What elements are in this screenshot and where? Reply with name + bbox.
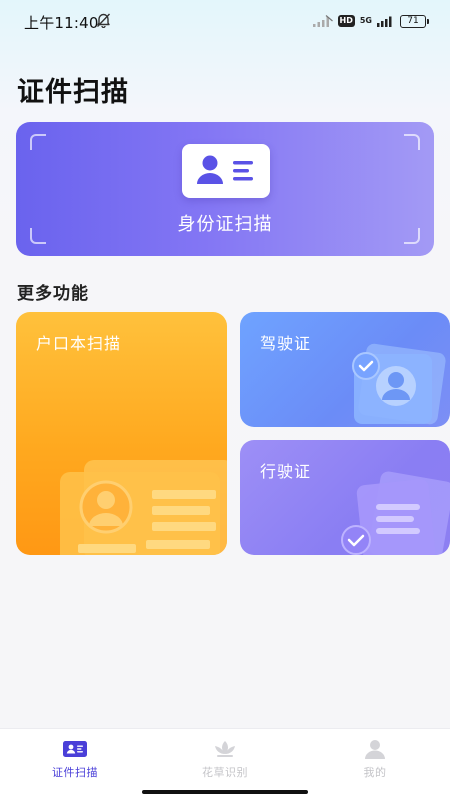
tab-document-scan[interactable]: 证件扫描 <box>20 739 130 780</box>
driver-license-illustration <box>352 343 446 425</box>
signal-weak-icon <box>312 15 333 27</box>
driver-license-card[interactable]: 驾驶证 <box>240 312 450 427</box>
vehicle-license-card[interactable]: 行驶证 <box>240 440 450 555</box>
more-features-title: 更多功能 <box>17 284 89 304</box>
status-time: 上午11:40 <box>24 14 99 32</box>
tab-document-scan-label: 证件扫描 <box>52 766 98 779</box>
household-register-illustration <box>60 460 227 555</box>
tab-plant-identify-label: 花草识别 <box>202 766 248 779</box>
id-card-scan-label: 身份证扫描 <box>177 214 273 235</box>
user-icon <box>365 740 385 759</box>
household-register-label: 户口本扫描 <box>36 334 122 353</box>
status-indicators: HD 5G 71 <box>312 13 429 29</box>
scan-frame-corner <box>30 134 46 150</box>
household-register-scan-card[interactable]: 户口本扫描 <box>16 312 227 555</box>
signal-strong-icon <box>377 16 392 27</box>
bell-off-icon <box>96 12 111 32</box>
vehicle-license-illustration <box>341 471 450 555</box>
battery-indicator: 71 <box>400 14 429 28</box>
hd-badge: HD <box>337 15 355 27</box>
id-card-scan-button[interactable]: 身份证扫描 <box>16 122 434 256</box>
home-indicator <box>142 790 308 794</box>
status-bar: 上午11:40 HD 5G 71 <box>0 0 450 42</box>
driver-license-label: 驾驶证 <box>260 334 312 353</box>
tab-plant-identify[interactable]: 花草识别 <box>170 739 280 780</box>
id-card-icon <box>63 741 87 757</box>
id-card-icon <box>182 144 270 198</box>
vehicle-license-label: 行驶证 <box>260 462 312 481</box>
page-title: 证件扫描 <box>17 77 129 108</box>
lotus-icon <box>215 741 235 757</box>
tab-profile-label: 我的 <box>363 766 387 779</box>
scan-frame-corner <box>404 134 420 150</box>
network-type: 5G <box>359 16 372 25</box>
tab-profile[interactable]: 我的 <box>320 739 430 780</box>
